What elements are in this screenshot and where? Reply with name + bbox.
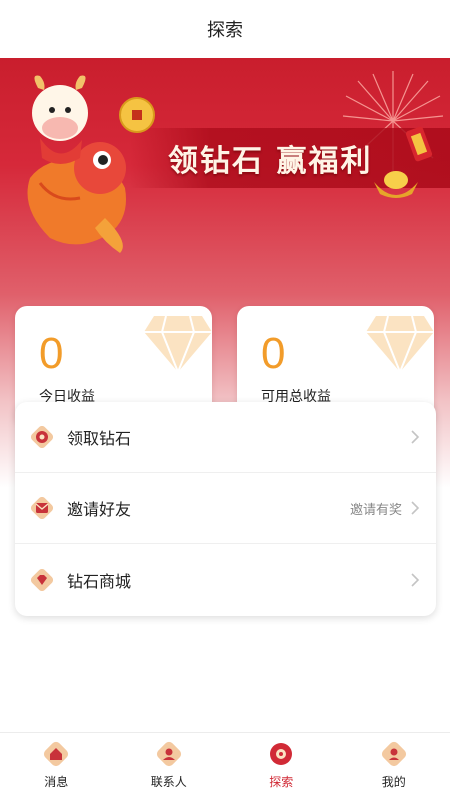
total-earnings-value: 0 <box>261 329 286 378</box>
tab-contacts[interactable]: 联系人 <box>113 733 226 800</box>
tab-messages[interactable]: 消息 <box>0 733 113 800</box>
diamond-watermark-icon <box>366 315 434 373</box>
gold-coin-icon <box>119 97 155 133</box>
red-scroll-icon <box>405 126 433 162</box>
today-earnings-value: 0 <box>39 329 64 378</box>
tab-label: 我的 <box>381 775 406 789</box>
gem-icon <box>31 568 53 591</box>
tab-label: 联系人 <box>150 775 187 789</box>
menu-item-claim-diamonds[interactable]: 领取钻石 <box>15 402 436 473</box>
profile-icon <box>381 741 406 767</box>
chevron-right-icon <box>411 572 420 587</box>
tab-profile[interactable]: 我的 <box>338 733 450 800</box>
menu-item-invite-friends[interactable]: 邀请好友 邀请有奖 <box>15 473 436 544</box>
chevron-right-icon <box>411 501 420 515</box>
chevron-right-icon <box>411 430 420 444</box>
promo-slogan: 领钻石 赢福利 <box>168 144 373 179</box>
menu-item-label: 领取钻石 <box>67 429 132 448</box>
bottom-tab-bar: 消息 联系人 探索 我的 <box>0 732 450 800</box>
tab-explore[interactable]: 探索 <box>225 733 338 800</box>
menu-item-label: 邀请好友 <box>67 500 132 519</box>
top-header: 探索 <box>0 0 450 58</box>
menu-list: 领取钻石 邀请好友 邀请有奖 钻石商城 <box>15 402 436 616</box>
menu-item-label: 钻石商城 <box>67 571 132 591</box>
tab-label: 消息 <box>44 775 69 789</box>
diamond-coin-icon <box>31 426 53 448</box>
diamond-watermark-icon <box>144 315 212 373</box>
invite-reward-hint: 邀请有奖 <box>349 502 402 518</box>
explore-icon <box>270 743 293 765</box>
ox-riding-koi-illustration <box>27 75 126 253</box>
message-icon <box>44 741 69 767</box>
gold-ingot-icon <box>374 171 418 198</box>
envelope-icon <box>31 497 53 519</box>
menu-item-diamond-mall[interactable]: 钻石商城 <box>15 544 436 615</box>
tab-label: 探索 <box>269 775 294 789</box>
contacts-icon <box>156 741 181 767</box>
page-title: 探索 <box>207 20 243 41</box>
